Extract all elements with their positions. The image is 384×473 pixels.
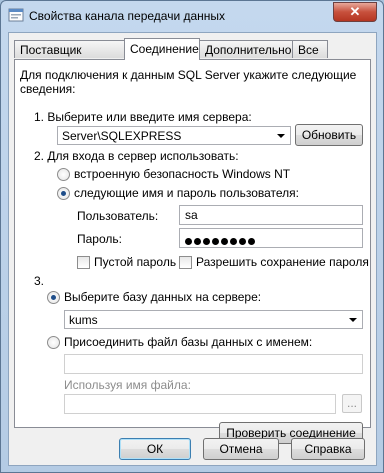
dialog-window: Свойства канала передачи данных ✕ Постав… [0, 0, 384, 473]
user-name-value: sa [185, 208, 198, 222]
app-icon [8, 8, 24, 22]
database-step-number: 3. [34, 274, 45, 288]
password-dot [221, 238, 228, 245]
tab-page-connection: Для подключения к данным SQL Server укаж… [14, 59, 371, 444]
save-password-checkbox[interactable] [179, 256, 192, 269]
help-button[interactable]: Справка [291, 438, 365, 460]
tab-connection[interactable]: Соединение [124, 38, 200, 60]
windows-auth-label[interactable]: встроенную безопасность Windows NT [74, 167, 290, 181]
title-bar: Свойства канала передачи данных ✕ [1, 1, 383, 31]
browse-button[interactable]: ... [342, 394, 362, 413]
user-label: Пользователь: [77, 209, 159, 223]
tab-advanced[interactable]: Дополнительно [199, 40, 293, 58]
server-name-combo[interactable]: Server\SQLEXPRESS [57, 126, 291, 145]
save-password-label[interactable]: Разрешить сохранение пароля [196, 255, 369, 269]
attach-file-field[interactable] [64, 354, 363, 374]
logical-name-field[interactable] [64, 394, 336, 414]
chevron-down-icon [349, 318, 357, 322]
password-dot [230, 238, 237, 245]
ok-button[interactable]: ОК [119, 438, 191, 460]
attach-db-label[interactable]: Присоединить файл базы данных с именем: [64, 335, 312, 349]
password-field[interactable] [179, 228, 363, 248]
attach-db-radio[interactable] [47, 336, 60, 349]
close-button[interactable]: ✕ [333, 2, 377, 22]
sql-auth-radio[interactable] [57, 187, 70, 200]
database-value: kums [69, 313, 98, 327]
tab-provider[interactable]: Поставщик данных [14, 40, 125, 75]
password-label: Пароль: [77, 232, 122, 246]
select-db-radio[interactable] [47, 291, 60, 304]
windows-auth-radio[interactable] [57, 168, 70, 181]
intro-text-line1: Для подключения к данным SQL Server укаж… [20, 68, 357, 82]
password-dot [248, 238, 255, 245]
dialog-client-area: Поставщик данных Соединение Дополнительн… [8, 32, 377, 466]
user-name-field[interactable]: sa [179, 205, 363, 225]
sql-auth-label[interactable]: следующие имя и пароль пользователя: [74, 186, 299, 200]
chevron-down-icon [277, 134, 285, 138]
server-step-label: 1. Выберите или введите имя сервера: [34, 110, 252, 124]
password-dot [239, 238, 246, 245]
logical-name-label: Используя имя файла: [64, 378, 191, 392]
password-dot [194, 238, 201, 245]
password-dot [203, 238, 210, 245]
tab-all[interactable]: Все [292, 40, 328, 58]
close-icon: ✕ [349, 4, 361, 19]
blank-password-label[interactable]: Пустой пароль [94, 255, 176, 269]
password-dot [212, 238, 219, 245]
blank-password-checkbox[interactable] [77, 256, 90, 269]
cancel-button[interactable]: Отмена [203, 438, 279, 460]
login-step-label: 2. Для входа в сервер использовать: [34, 149, 239, 163]
database-combo[interactable]: kums [64, 310, 363, 329]
password-dot [185, 238, 192, 245]
intro-text-line2: сведения: [20, 82, 76, 96]
password-mask [185, 234, 257, 248]
refresh-button[interactable]: Обновить [295, 124, 363, 146]
server-name-value: Server\SQLEXPRESS [62, 129, 182, 143]
window-title: Свойства канала передачи данных [29, 9, 226, 23]
select-db-label[interactable]: Выберите базу данных на сервере: [64, 290, 261, 304]
